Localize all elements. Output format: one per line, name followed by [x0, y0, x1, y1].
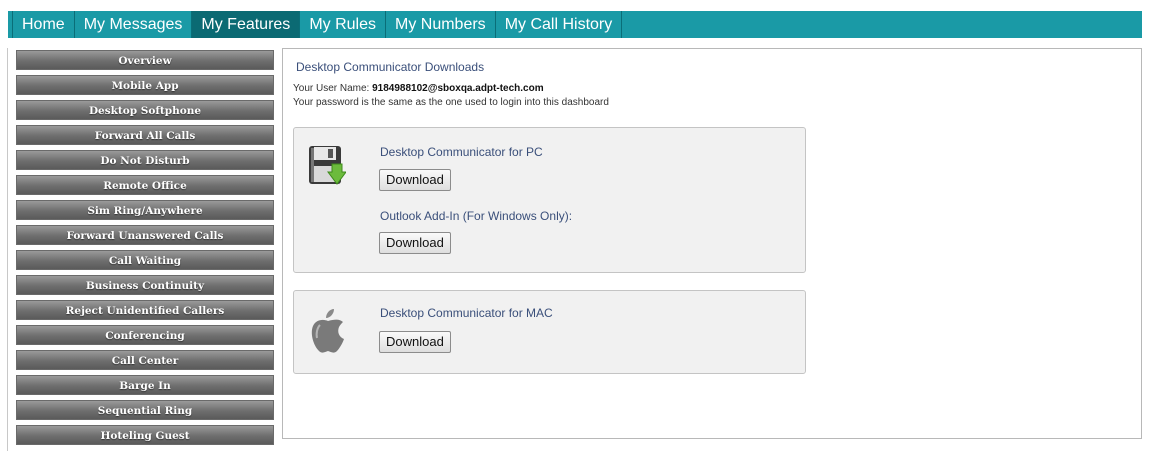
username-label: Your User Name:	[293, 83, 373, 94]
sidebar-item-reject-unidentified[interactable]: Reject Unidentified Callers	[16, 300, 274, 320]
sidebar-item-forward-all-calls[interactable]: Forward All Calls	[16, 125, 274, 145]
tab-my-features[interactable]: My Features	[192, 11, 301, 38]
feature-sidebar: Overview Mobile App Desktop Softphone Fo…	[16, 50, 274, 450]
mac-label: Desktop Communicator for MAC	[380, 306, 553, 320]
sidebar-item-desktop-softphone[interactable]: Desktop Softphone	[16, 100, 274, 120]
sidebar-item-overview[interactable]: Overview	[16, 50, 274, 70]
tab-my-numbers[interactable]: My Numbers	[386, 11, 496, 38]
username-line: Your User Name: 9184988102@sboxqa.adpt-t…	[293, 83, 544, 94]
password-note: Your password is the same as the one use…	[293, 97, 609, 108]
sidebar-item-mobile-app[interactable]: Mobile App	[16, 75, 274, 95]
pc-label: Desktop Communicator for PC	[380, 145, 543, 159]
sidebar-item-do-not-disturb[interactable]: Do Not Disturb	[16, 150, 274, 170]
apple-icon	[310, 305, 346, 360]
sidebar-item-sim-ring[interactable]: Sim Ring/Anywhere	[16, 200, 274, 220]
username-value: 9184988102@sboxqa.adpt-tech.com	[372, 83, 544, 94]
outlook-label: Outlook Add-In (For Windows Only):	[380, 209, 573, 223]
sidebar-item-hoteling-guest[interactable]: Hoteling Guest	[16, 425, 274, 445]
top-navigation: Home My Messages My Features My Rules My…	[8, 11, 1142, 38]
tab-my-call-history[interactable]: My Call History	[496, 11, 623, 38]
floppy-disk-download-icon	[308, 144, 347, 193]
downloads-panel: Desktop Communicator Downloads Your User…	[282, 48, 1142, 439]
download-mac-button[interactable]: Download	[379, 331, 451, 353]
page-title: Desktop Communicator Downloads	[296, 60, 485, 74]
tab-home[interactable]: Home	[13, 11, 75, 38]
left-divider	[7, 48, 8, 451]
sidebar-item-call-center[interactable]: Call Center	[16, 350, 274, 370]
sidebar-item-forward-unanswered[interactable]: Forward Unanswered Calls	[16, 225, 274, 245]
sidebar-item-business-continuity[interactable]: Business Continuity	[16, 275, 274, 295]
mac-download-card: Desktop Communicator for MAC Download	[293, 290, 806, 374]
download-pc-button[interactable]: Download	[379, 169, 451, 191]
download-outlook-button[interactable]: Download	[379, 232, 451, 254]
pc-download-card: Desktop Communicator for PC Download Out…	[293, 127, 806, 273]
tab-my-messages[interactable]: My Messages	[75, 11, 193, 38]
sidebar-item-conferencing[interactable]: Conferencing	[16, 325, 274, 345]
sidebar-item-remote-office[interactable]: Remote Office	[16, 175, 274, 195]
tab-my-rules[interactable]: My Rules	[300, 11, 386, 38]
sidebar-item-barge-in[interactable]: Barge In	[16, 375, 274, 395]
sidebar-item-sequential-ring[interactable]: Sequential Ring	[16, 400, 274, 420]
sidebar-item-call-waiting[interactable]: Call Waiting	[16, 250, 274, 270]
